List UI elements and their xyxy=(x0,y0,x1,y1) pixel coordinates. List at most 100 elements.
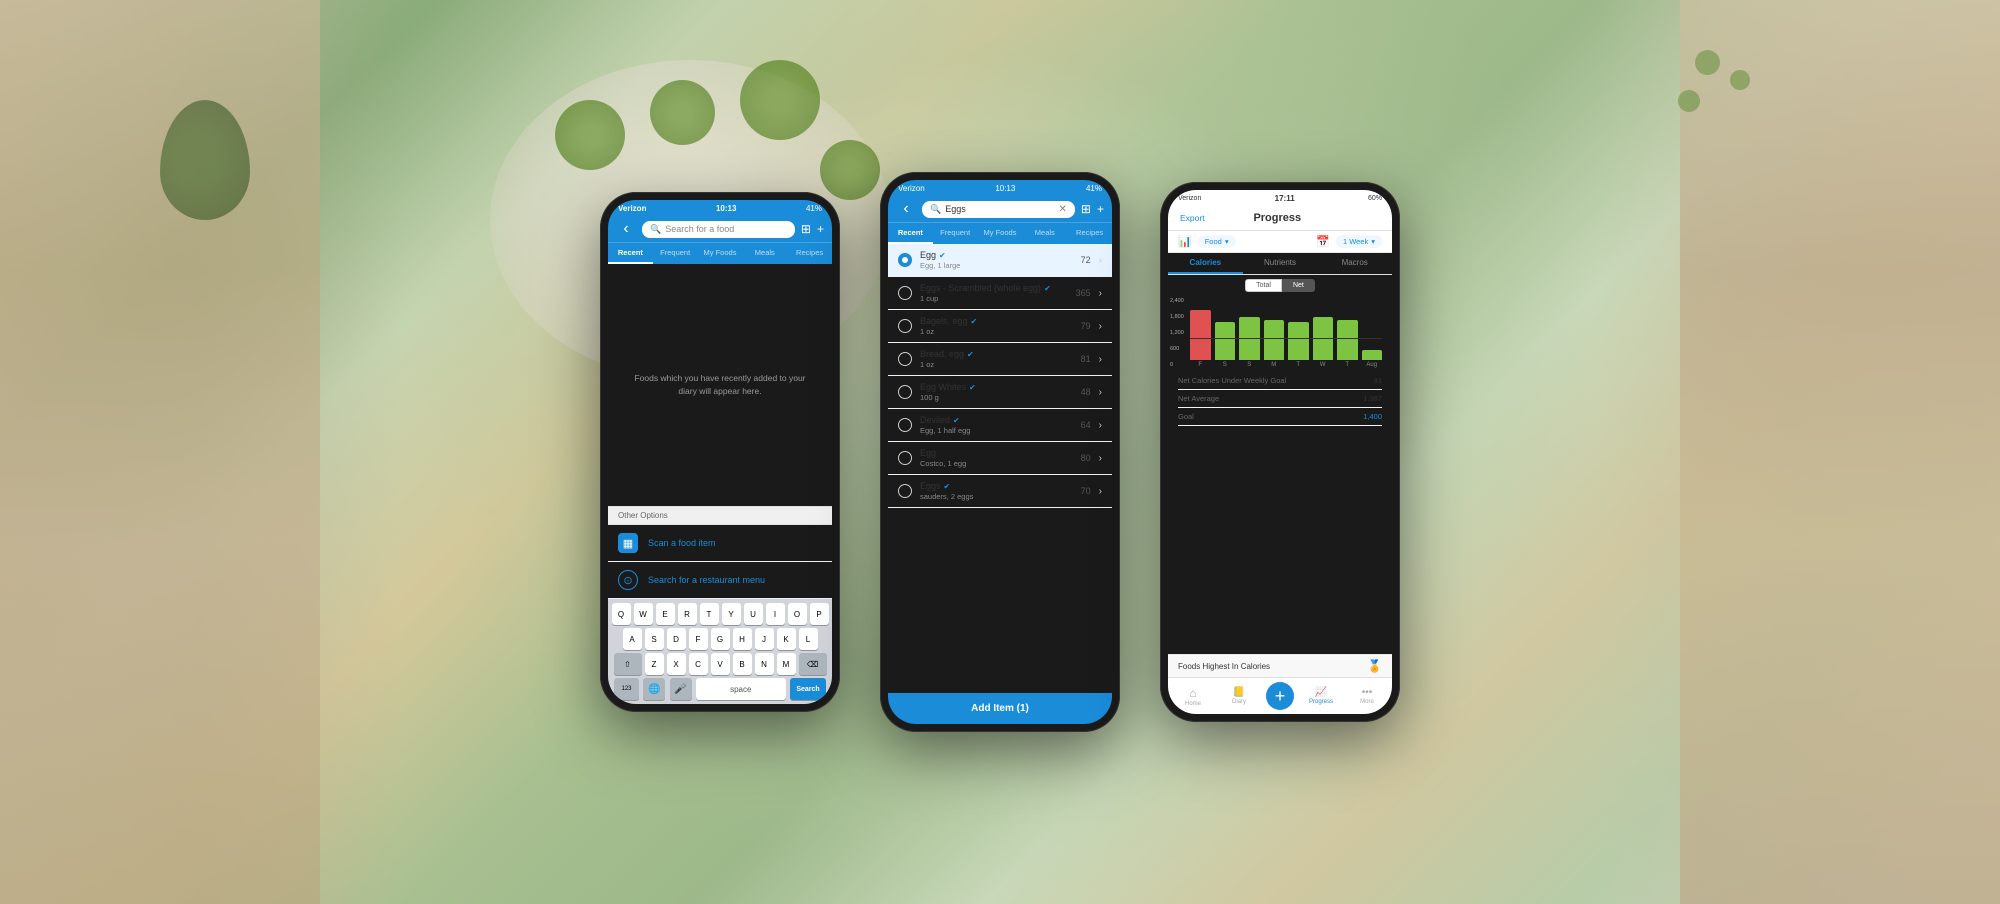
nav-more[interactable]: ••• More xyxy=(1344,687,1390,705)
time-phone3: 17:11 xyxy=(1275,194,1295,203)
key-i[interactable]: I xyxy=(766,603,785,625)
food-chevron-egg[interactable]: › xyxy=(1099,255,1102,266)
carrier-phone1: Verizon xyxy=(618,204,646,213)
food-item-egg[interactable]: Egg✔ Egg, 1 large 72 › xyxy=(888,244,1112,277)
key-search[interactable]: Search xyxy=(790,678,826,700)
tab-recipes-phone1[interactable]: Recipes xyxy=(787,243,832,264)
stats-section: Net Calories Under Weekly Goal 91 Net Av… xyxy=(1168,368,1392,654)
key-shift[interactable]: ⇧ xyxy=(614,653,642,675)
key-c[interactable]: C xyxy=(689,653,708,675)
key-space[interactable]: space xyxy=(696,678,786,700)
key-z[interactable]: Z xyxy=(645,653,664,675)
tab-frequent-phone1[interactable]: Frequent xyxy=(653,243,698,264)
tab-nutrients[interactable]: Nutrients xyxy=(1243,253,1318,274)
export-link[interactable]: Export xyxy=(1180,213,1205,223)
tab-recent-phone2[interactable]: Recent xyxy=(888,223,933,244)
foods-highest-section[interactable]: Foods Highest In Calories 🏅 xyxy=(1168,654,1392,677)
key-y[interactable]: Y xyxy=(722,603,741,625)
add-item-button[interactable]: Add Item (1) xyxy=(888,693,1112,724)
phone-2: Verizon 10:13 41% ‹ 🔍 Eggs ✕ ⊞ + xyxy=(880,172,1120,732)
filter-icon-phone2[interactable]: ⊞ xyxy=(1081,202,1091,216)
add-icon-phone2[interactable]: + xyxy=(1097,202,1104,216)
scan-food-option[interactable]: ▦ Scan a food item xyxy=(608,525,832,562)
add-icon[interactable]: + xyxy=(817,222,824,236)
key-p[interactable]: P xyxy=(810,603,829,625)
key-r[interactable]: R xyxy=(678,603,697,625)
nav-diary[interactable]: 📒 Diary xyxy=(1216,687,1262,705)
food-radio-eggs-sauders[interactable] xyxy=(898,484,912,498)
food-radio-egg-whites[interactable] xyxy=(898,385,912,399)
tab-myfoods-phone1[interactable]: My Foods xyxy=(698,243,743,264)
food-filter-pill[interactable]: Food ▾ xyxy=(1198,235,1236,248)
key-n[interactable]: N xyxy=(755,653,774,675)
food-item-deviled[interactable]: Deviled✔ Egg, 1 half egg 64 › xyxy=(888,409,1112,442)
food-radio-eggs-scrambled[interactable] xyxy=(898,286,912,300)
key-j[interactable]: J xyxy=(755,628,774,650)
key-e[interactable]: E xyxy=(656,603,675,625)
tab-recent-phone1[interactable]: Recent xyxy=(608,243,653,264)
home-icon: ⌂ xyxy=(1189,686,1196,700)
tab-myfoods-phone2[interactable]: My Foods xyxy=(978,223,1023,244)
food-radio-bread[interactable] xyxy=(898,352,912,366)
key-b[interactable]: B xyxy=(733,653,752,675)
add-nav-button[interactable]: + xyxy=(1266,682,1294,710)
search-restaurant-option[interactable]: ⊙ Search for a restaurant menu xyxy=(608,562,832,599)
food-item-bagels-egg[interactable]: Bagels, egg✔ 1 oz 79 › xyxy=(888,310,1112,343)
key-g[interactable]: G xyxy=(711,628,730,650)
key-d[interactable]: D xyxy=(667,628,686,650)
key-backspace[interactable]: ⌫ xyxy=(799,653,827,675)
tab-macros[interactable]: Macros xyxy=(1317,253,1392,274)
key-h[interactable]: H xyxy=(733,628,752,650)
tab-calories[interactable]: Calories xyxy=(1168,253,1243,274)
key-w[interactable]: W xyxy=(634,603,653,625)
bar-m: M xyxy=(1264,320,1285,368)
key-a[interactable]: A xyxy=(623,628,642,650)
key-123[interactable]: 123 xyxy=(614,678,639,700)
bar-friday xyxy=(1190,310,1211,360)
food-radio-bagels[interactable] xyxy=(898,319,912,333)
clear-icon[interactable]: ✕ xyxy=(1059,204,1067,215)
food-radio-deviled[interactable] xyxy=(898,418,912,432)
key-m[interactable]: M xyxy=(777,653,796,675)
key-o[interactable]: O xyxy=(788,603,807,625)
key-mic[interactable]: 🎤 xyxy=(670,678,692,700)
key-t[interactable]: T xyxy=(700,603,719,625)
tab-recipes-phone2[interactable]: Recipes xyxy=(1067,223,1112,244)
chart-y-labels: 2,400 1,800 1,200 600 0 xyxy=(1170,298,1184,368)
food-item-eggs-scrambled[interactable]: Eggs - Scrambled (whole egg)✔ 1 cup 365 … xyxy=(888,277,1112,310)
food-item-egg-whites[interactable]: Egg Whites✔ 100 g 48 › xyxy=(888,376,1112,409)
key-f[interactable]: F xyxy=(689,628,708,650)
battery-phone2: 41% xyxy=(1086,184,1102,193)
tab-meals-phone2[interactable]: Meals xyxy=(1022,223,1067,244)
total-toggle[interactable]: Total xyxy=(1245,279,1282,292)
key-q[interactable]: Q xyxy=(612,603,631,625)
key-u[interactable]: U xyxy=(744,603,763,625)
nav-progress[interactable]: 📈 Progress xyxy=(1298,687,1344,705)
key-k[interactable]: K xyxy=(777,628,796,650)
key-l[interactable]: L xyxy=(799,628,818,650)
verified-badge-egg: ✔ xyxy=(939,251,946,260)
tab-meals-phone1[interactable]: Meals xyxy=(742,243,787,264)
food-radio-egg-costco[interactable] xyxy=(898,451,912,465)
search-icon: 🔍 xyxy=(650,224,661,235)
filter-icon[interactable]: ⊞ xyxy=(801,222,811,236)
phone-1: Verizon 10:13 41% ‹ 🔍 Search for a food … xyxy=(600,192,840,712)
nav-icons: ⊞ + xyxy=(801,222,824,236)
eggs-search-input[interactable]: 🔍 Eggs ✕ xyxy=(922,201,1075,218)
food-item-bread-egg[interactable]: Bread, egg✔ 1 oz 81 › xyxy=(888,343,1112,376)
bottom-nav: ⌂ Home 📒 Diary + 📈 Progress ••• More xyxy=(1168,677,1392,714)
key-x[interactable]: X xyxy=(667,653,686,675)
food-radio-egg[interactable] xyxy=(898,253,912,267)
back-button-phone2[interactable]: ‹ xyxy=(896,200,916,218)
key-globe[interactable]: 🌐 xyxy=(643,678,665,700)
nav-home[interactable]: ⌂ Home xyxy=(1170,686,1216,707)
key-s[interactable]: S xyxy=(645,628,664,650)
search-input-container[interactable]: 🔍 Search for a food xyxy=(642,221,795,238)
back-button[interactable]: ‹ xyxy=(616,220,636,238)
week-filter-pill[interactable]: 1 Week ▾ xyxy=(1336,235,1382,248)
net-toggle[interactable]: Net xyxy=(1282,279,1315,292)
food-item-eggs-sauders[interactable]: Eggs✔ sauders, 2 eggs 70 › xyxy=(888,475,1112,508)
key-v[interactable]: V xyxy=(711,653,730,675)
food-item-egg-costco[interactable]: Egg Costco, 1 egg 80 › xyxy=(888,442,1112,475)
tab-frequent-phone2[interactable]: Frequent xyxy=(933,223,978,244)
